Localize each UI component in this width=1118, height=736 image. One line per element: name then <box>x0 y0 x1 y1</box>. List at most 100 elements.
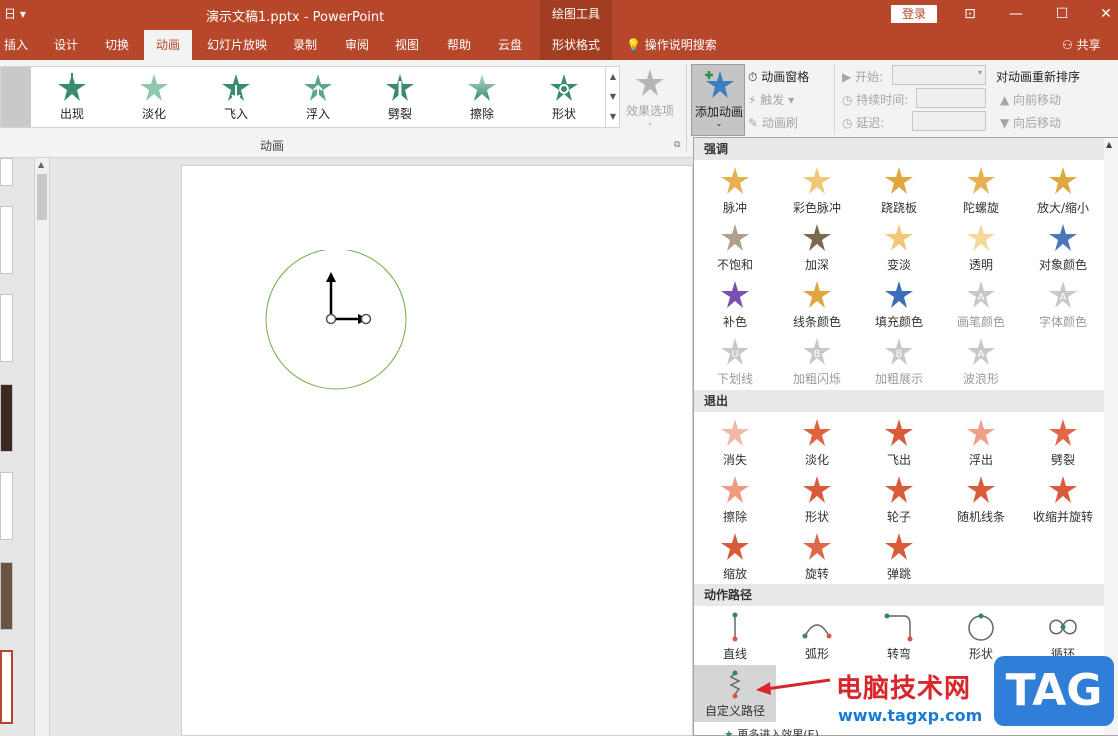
effect-item[interactable]: A 波浪形 <box>940 333 1022 390</box>
emphasis-star-icon <box>721 167 749 194</box>
effect-label: 旋转 <box>804 567 829 581</box>
tab-design[interactable]: 设计 <box>46 30 86 60</box>
gallery-item-appear[interactable]: 出现 <box>37 67 107 127</box>
effect-item[interactable]: 填充颜色 <box>858 276 940 333</box>
effect-item[interactable]: 飞出 <box>858 414 940 471</box>
scroll-down-icon[interactable]: ▼ <box>606 87 620 107</box>
effect-label: 加粗展示 <box>874 372 923 386</box>
tab-record[interactable]: 录制 <box>284 30 326 60</box>
effect-item[interactable]: A 字体颜色 <box>1022 276 1104 333</box>
effect-item[interactable]: 对象颜色 <box>1022 219 1104 276</box>
effect-item[interactable]: 弹跳 <box>858 528 940 585</box>
effect-item[interactable]: 透明 <box>940 219 1022 276</box>
tab-transitions[interactable]: 切换 <box>96 30 138 60</box>
slide-thumbnail[interactable] <box>0 384 13 452</box>
effect-item[interactable]: 变淡 <box>858 219 940 276</box>
dialog-launcher-icon[interactable]: ⧉ <box>674 140 680 150</box>
tab-view[interactable]: 视图 <box>386 30 428 60</box>
effect-item[interactable]: 淡化 <box>776 414 858 471</box>
gallery-item-split[interactable]: 劈裂 <box>365 67 435 127</box>
document-title: 演示文稿1.pptx - PowerPoint <box>206 10 385 25</box>
effect-item[interactable]: 线条颜色 <box>776 276 858 333</box>
effect-item[interactable]: 擦除 <box>694 471 776 528</box>
effect-item[interactable]: 旋转 <box>776 528 858 585</box>
tab-slideshow[interactable]: 幻灯片放映 <box>198 30 276 60</box>
effect-item[interactable]: 陀螺旋 <box>940 162 1022 219</box>
delay-input[interactable] <box>912 111 986 131</box>
tab-help[interactable]: 帮助 <box>438 30 480 60</box>
tab-review[interactable]: 审阅 <box>336 30 378 60</box>
effect-item[interactable]: 缩放 <box>694 528 776 585</box>
scroll-up-icon[interactable]: ▲ <box>606 67 620 87</box>
ribbon-display-icon[interactable]: ⊡ <box>958 3 982 25</box>
svg-text:B: B <box>896 349 903 360</box>
slide-thumbnail[interactable] <box>0 206 13 274</box>
scrollbar-thumb[interactable] <box>37 174 47 220</box>
gallery-item-wipe[interactable]: 擦除 <box>447 67 517 127</box>
slide-thumbnail-selected[interactable] <box>0 650 13 724</box>
animation-painter-button[interactable]: ✎ 动画刷 <box>748 114 798 131</box>
scroll-up-icon[interactable]: ▲ <box>1106 140 1112 149</box>
effect-item[interactable]: 轮子 <box>858 471 940 528</box>
start-select[interactable]: ▾ <box>892 65 986 85</box>
effect-item[interactable]: 补色 <box>694 276 776 333</box>
quick-access-toolbar[interactable]: 日 ▾ <box>4 5 26 22</box>
slide-thumbnail[interactable] <box>0 294 13 362</box>
tab-animations[interactable]: 动画 <box>144 30 192 60</box>
tell-me-search[interactable]: 💡 操作说明搜索 <box>626 30 717 60</box>
gallery-item-fly-in[interactable]: 飞入 <box>201 67 271 127</box>
effect-item[interactable]: 跷跷板 <box>858 162 940 219</box>
duration-input[interactable] <box>916 88 986 108</box>
effect-item[interactable]: B 加粗闪烁 <box>776 333 858 390</box>
effect-item[interactable]: 形状 <box>776 471 858 528</box>
animation-pane-button[interactable]: ⏱ 动画窗格 <box>748 68 809 85</box>
close-button[interactable]: ✕ <box>1094 3 1118 25</box>
add-animation-button[interactable]: 添加动画 ⌄ <box>691 64 745 136</box>
effect-item[interactable]: A 画笔颜色 <box>940 276 1022 333</box>
tab-insert[interactable]: 插入 <box>0 30 32 60</box>
motion-path-icon <box>1049 619 1077 635</box>
effect-item[interactable]: 收缩并旋转 <box>1022 471 1104 528</box>
tab-cloud[interactable]: 云盘 <box>488 30 532 60</box>
effect-item[interactable]: 脉冲 <box>694 162 776 219</box>
effect-item[interactable]: 直线 <box>694 608 776 665</box>
maximize-button[interactable]: ☐ <box>1050 3 1074 25</box>
effect-item[interactable]: 加深 <box>776 219 858 276</box>
trigger-button[interactable]: ⚡ 触发 ▾ <box>748 91 794 108</box>
effect-item[interactable]: 放大/缩小 <box>1022 162 1104 219</box>
gallery-expand-icon[interactable]: ▼ <box>606 107 620 127</box>
effect-item[interactable]: 劈裂 <box>1022 414 1104 471</box>
thumbnails-scrollbar[interactable]: ▲ <box>34 158 50 736</box>
gallery-item-float-in[interactable]: 浮入 <box>283 67 353 127</box>
gallery-left-item[interactable] <box>1 67 31 127</box>
slide-thumbnail[interactable] <box>0 472 13 540</box>
gallery-item-fade[interactable]: 淡化 <box>119 67 189 127</box>
panel-scrollbar[interactable]: ▲ ▼ <box>1104 138 1118 735</box>
scroll-up-icon[interactable]: ▲ <box>38 160 44 169</box>
gallery-item-shape[interactable]: 形状 <box>529 67 599 127</box>
arrow-down-icon: ▼ <box>1000 116 1014 130</box>
share-button[interactable]: ⚇ 共享 <box>1062 30 1101 60</box>
effect-item[interactable]: 彩色脉冲 <box>776 162 858 219</box>
move-earlier-button[interactable]: ▲ 向前移动 <box>1000 91 1061 108</box>
circle-shape[interactable] <box>264 250 410 390</box>
slide-thumbnails-pane: ▲ <box>0 158 54 736</box>
effect-item[interactable]: 随机线条 <box>940 471 1022 528</box>
effect-item[interactable]: 转弯 <box>858 608 940 665</box>
login-button[interactable]: 登录 <box>891 5 937 23</box>
slide-thumbnail[interactable] <box>0 562 13 630</box>
effect-options-button[interactable]: 效果选项 ⌄ <box>622 66 678 136</box>
effect-item[interactable]: U 下划线 <box>694 333 776 390</box>
effect-item[interactable]: B 加粗展示 <box>858 333 940 390</box>
move-later-button[interactable]: ▼ 向后移动 <box>1000 114 1061 131</box>
more-entrance-effects[interactable]: ★ 更多进入效果(E)... <box>694 726 1104 736</box>
tab-shape-format[interactable]: 形状格式 <box>540 30 612 60</box>
gallery-scrollbar[interactable]: ▲ ▼ ▼ <box>605 67 620 127</box>
slide-thumbnail[interactable] <box>0 158 13 186</box>
effect-item[interactable]: 不饱和 <box>694 219 776 276</box>
effect-item[interactable]: 消失 <box>694 414 776 471</box>
slide-canvas[interactable] <box>181 165 693 736</box>
minimize-button[interactable]: — <box>1004 3 1028 25</box>
effect-item[interactable]: 浮出 <box>940 414 1022 471</box>
effect-item[interactable]: 弧形 <box>776 608 858 665</box>
